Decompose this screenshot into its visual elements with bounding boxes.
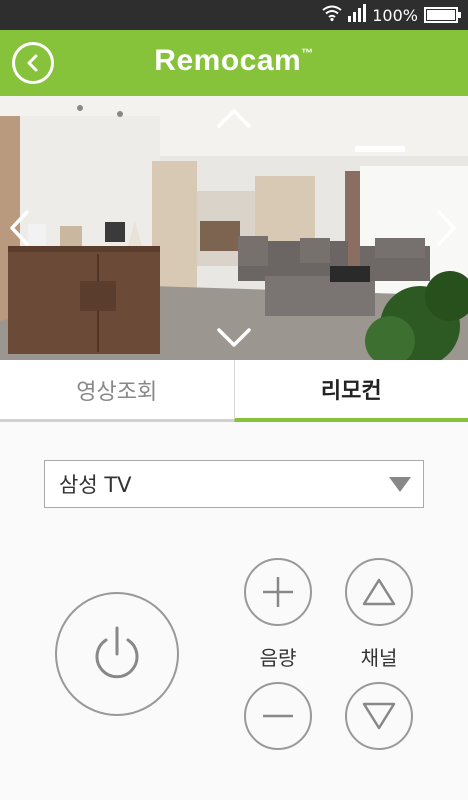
chevron-up-icon xyxy=(217,109,251,128)
channel-up-button[interactable] xyxy=(345,558,413,626)
power-button[interactable] xyxy=(55,592,179,716)
chevron-left-icon xyxy=(10,210,29,246)
pan-right-button[interactable] xyxy=(432,208,462,248)
remote-panel: 삼성 TV 음량 채널 xyxy=(0,422,468,800)
volume-label: 음량 xyxy=(259,646,297,670)
battery-icon xyxy=(424,7,461,23)
volume-down-button[interactable] xyxy=(244,682,312,750)
power-icon xyxy=(95,626,139,679)
wifi-icon xyxy=(322,5,342,25)
battery-percent: 100% xyxy=(372,5,418,25)
chevron-down-icon xyxy=(217,328,251,347)
camera-image xyxy=(0,96,468,360)
channel-down-button[interactable] xyxy=(345,682,413,750)
signal-icon xyxy=(348,4,367,26)
camera-view[interactable] xyxy=(0,96,468,360)
tab-video-view[interactable]: 영상조회 xyxy=(0,360,234,422)
device-dropdown[interactable]: 삼성 TV xyxy=(44,460,424,508)
app-header: Remocam™ xyxy=(0,30,468,96)
pan-up-button[interactable] xyxy=(214,104,254,132)
tab-bar: 영상조회 리모컨 xyxy=(0,360,468,422)
device-dropdown-value: 삼성 TV xyxy=(59,473,132,497)
tab-remote-control[interactable]: 리모컨 xyxy=(233,360,468,422)
plus-icon xyxy=(263,577,293,607)
volume-up-button[interactable] xyxy=(244,558,312,626)
triangle-down-icon xyxy=(362,702,396,730)
triangle-up-icon xyxy=(362,578,396,606)
dropdown-caret-icon xyxy=(389,477,411,492)
chevron-right-icon xyxy=(437,210,456,246)
pan-left-button[interactable] xyxy=(4,208,34,248)
channel-label: 채널 xyxy=(360,646,398,670)
pan-down-button[interactable] xyxy=(214,324,254,352)
status-bar: 100% xyxy=(0,0,468,30)
app-title: Remocam™ xyxy=(154,44,314,77)
minus-icon xyxy=(263,714,293,718)
